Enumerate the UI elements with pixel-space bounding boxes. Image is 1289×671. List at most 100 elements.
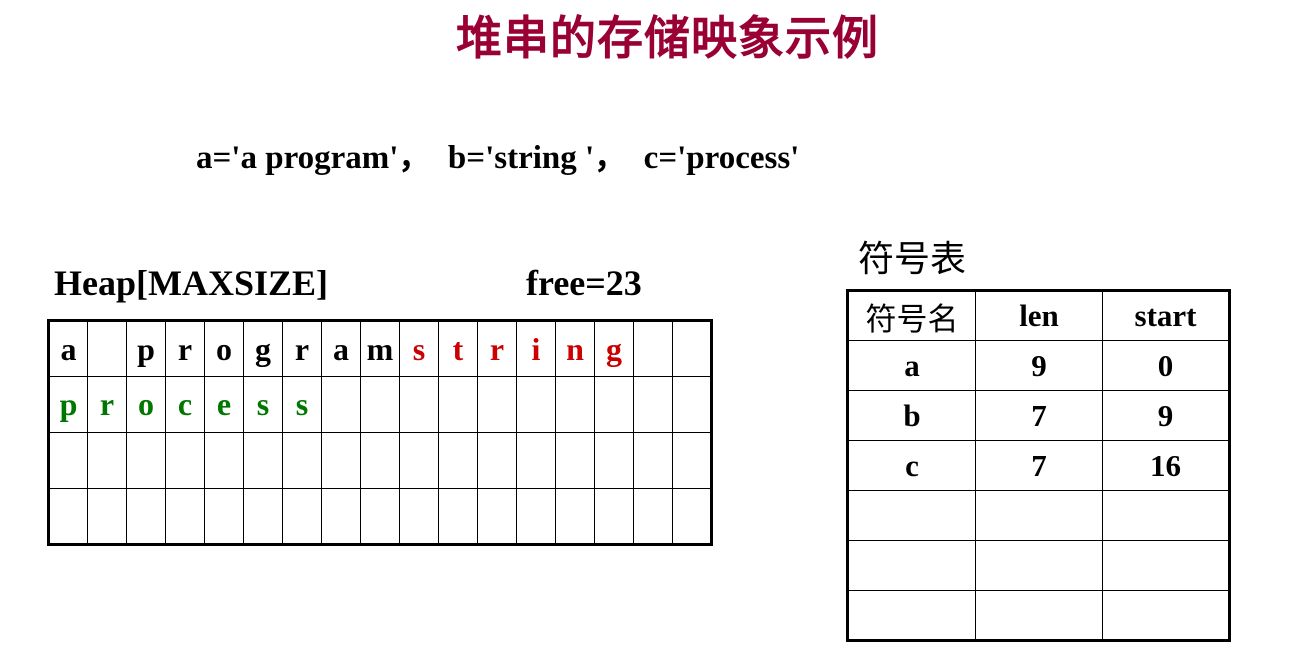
- symbol-name-cell: [847, 490, 976, 541]
- len-cell: 7: [975, 440, 1103, 491]
- heap-cell: [516, 488, 556, 545]
- heap-cell: [48, 432, 88, 489]
- heap-cell: o: [204, 320, 244, 377]
- heap-cell: [516, 376, 556, 433]
- len-cell: 7: [975, 390, 1103, 441]
- start-cell: [1102, 490, 1230, 541]
- heap-cell: [672, 320, 712, 377]
- start-cell: 9: [1102, 390, 1230, 441]
- heap-cell: [165, 488, 205, 545]
- header-symbol-name: 符号名: [847, 290, 976, 341]
- heap-cell: o: [126, 376, 166, 433]
- symbol-table: 符号名 len start a 9 0 b 7 9 c 7 16: [846, 289, 1231, 642]
- heap-cell: [243, 488, 283, 545]
- heap-row: [48, 488, 712, 545]
- symbol-name-cell: [847, 540, 976, 591]
- heap-cell: [555, 432, 595, 489]
- symbol-table-row: b79: [847, 390, 1230, 441]
- heap-cell: [594, 376, 634, 433]
- heap-cell: [321, 376, 361, 433]
- heap-cell: t: [438, 320, 478, 377]
- heap-cell: [477, 432, 517, 489]
- heap-cell: [594, 432, 634, 489]
- heap-cell: s: [243, 376, 283, 433]
- heap-cell: [360, 376, 400, 433]
- symbol-name-cell: a: [847, 340, 976, 391]
- heap-cell: g: [243, 320, 283, 377]
- heap-cell: [204, 432, 244, 489]
- symbol-table-row: [847, 590, 1230, 641]
- heap-cell: [594, 488, 634, 545]
- symbol-name-cell: [847, 590, 976, 641]
- heap-cell: [555, 376, 595, 433]
- heap-row: [48, 432, 712, 489]
- heap-array: aprogramstringprocess: [47, 319, 713, 546]
- heap-cell: [516, 432, 556, 489]
- heap-cell: g: [594, 320, 634, 377]
- heap-cell: [165, 432, 205, 489]
- heap-cell: [672, 488, 712, 545]
- heap-cell: [87, 320, 127, 377]
- heap-cell: e: [204, 376, 244, 433]
- heap-cell: m: [360, 320, 400, 377]
- heap-cell: [87, 432, 127, 489]
- heap-cell: [633, 320, 673, 377]
- heap-cell: [633, 488, 673, 545]
- page-title: 堆串的存储映象示例: [456, 11, 879, 65]
- heap-cell: [48, 488, 88, 545]
- heap-row: aprogramstring: [48, 320, 712, 377]
- heap-cell: [126, 488, 166, 545]
- heap-cell: [282, 488, 322, 545]
- start-cell: 16: [1102, 440, 1230, 491]
- heap-cell: p: [126, 320, 166, 377]
- heap-cell: n: [555, 320, 595, 377]
- symbol-table-row: [847, 540, 1230, 591]
- heap-cell: [438, 432, 478, 489]
- heap-cell: [282, 432, 322, 489]
- symbol-table-row: c 7 16: [847, 440, 1230, 491]
- heap-cell: [555, 488, 595, 545]
- symbol-table-caption: 符号表: [858, 239, 967, 280]
- heap-cell: r: [282, 320, 322, 377]
- len-cell: [975, 590, 1103, 641]
- start-cell: [1102, 590, 1230, 641]
- len-cell: [975, 490, 1103, 541]
- heap-cell: [477, 488, 517, 545]
- heap-cell: [477, 376, 517, 433]
- heap-cell: [399, 432, 439, 489]
- heap-cell: [360, 432, 400, 489]
- heap-cell: [438, 376, 478, 433]
- heap-cell: a: [321, 320, 361, 377]
- heap-cell: s: [399, 320, 439, 377]
- heap-cell: [633, 432, 673, 489]
- heap-cell: r: [87, 376, 127, 433]
- string-assignment: a='a program'， b='string '， c='process': [196, 140, 800, 176]
- symbol-table-row: [847, 490, 1230, 541]
- heap-cell: [399, 376, 439, 433]
- len-cell: [975, 540, 1103, 591]
- heap-cell: [204, 488, 244, 545]
- heap-cell: [360, 488, 400, 545]
- heap-cell: [399, 488, 439, 545]
- heap-cell: [126, 432, 166, 489]
- heap-cell: [87, 488, 127, 545]
- heap-cell: [438, 488, 478, 545]
- heap-cell: [243, 432, 283, 489]
- heap-cell: p: [48, 376, 88, 433]
- heap-cell: [672, 432, 712, 489]
- start-cell: 0: [1102, 340, 1230, 391]
- header-start: start: [1102, 290, 1230, 341]
- header-len: len: [975, 290, 1103, 341]
- symbol-table-row: a90: [847, 340, 1230, 391]
- len-cell: 9: [975, 340, 1103, 391]
- heap-cell: s: [282, 376, 322, 433]
- heap-cell: [672, 376, 712, 433]
- heap-row: process: [48, 376, 712, 433]
- heap-cell: c: [165, 376, 205, 433]
- heap-cell: [633, 376, 673, 433]
- symbol-name-cell: b: [847, 390, 976, 441]
- heap-cell: r: [165, 320, 205, 377]
- heap-cell: i: [516, 320, 556, 377]
- heap-cell: [321, 432, 361, 489]
- heap-label: Heap[MAXSIZE]: [54, 263, 329, 303]
